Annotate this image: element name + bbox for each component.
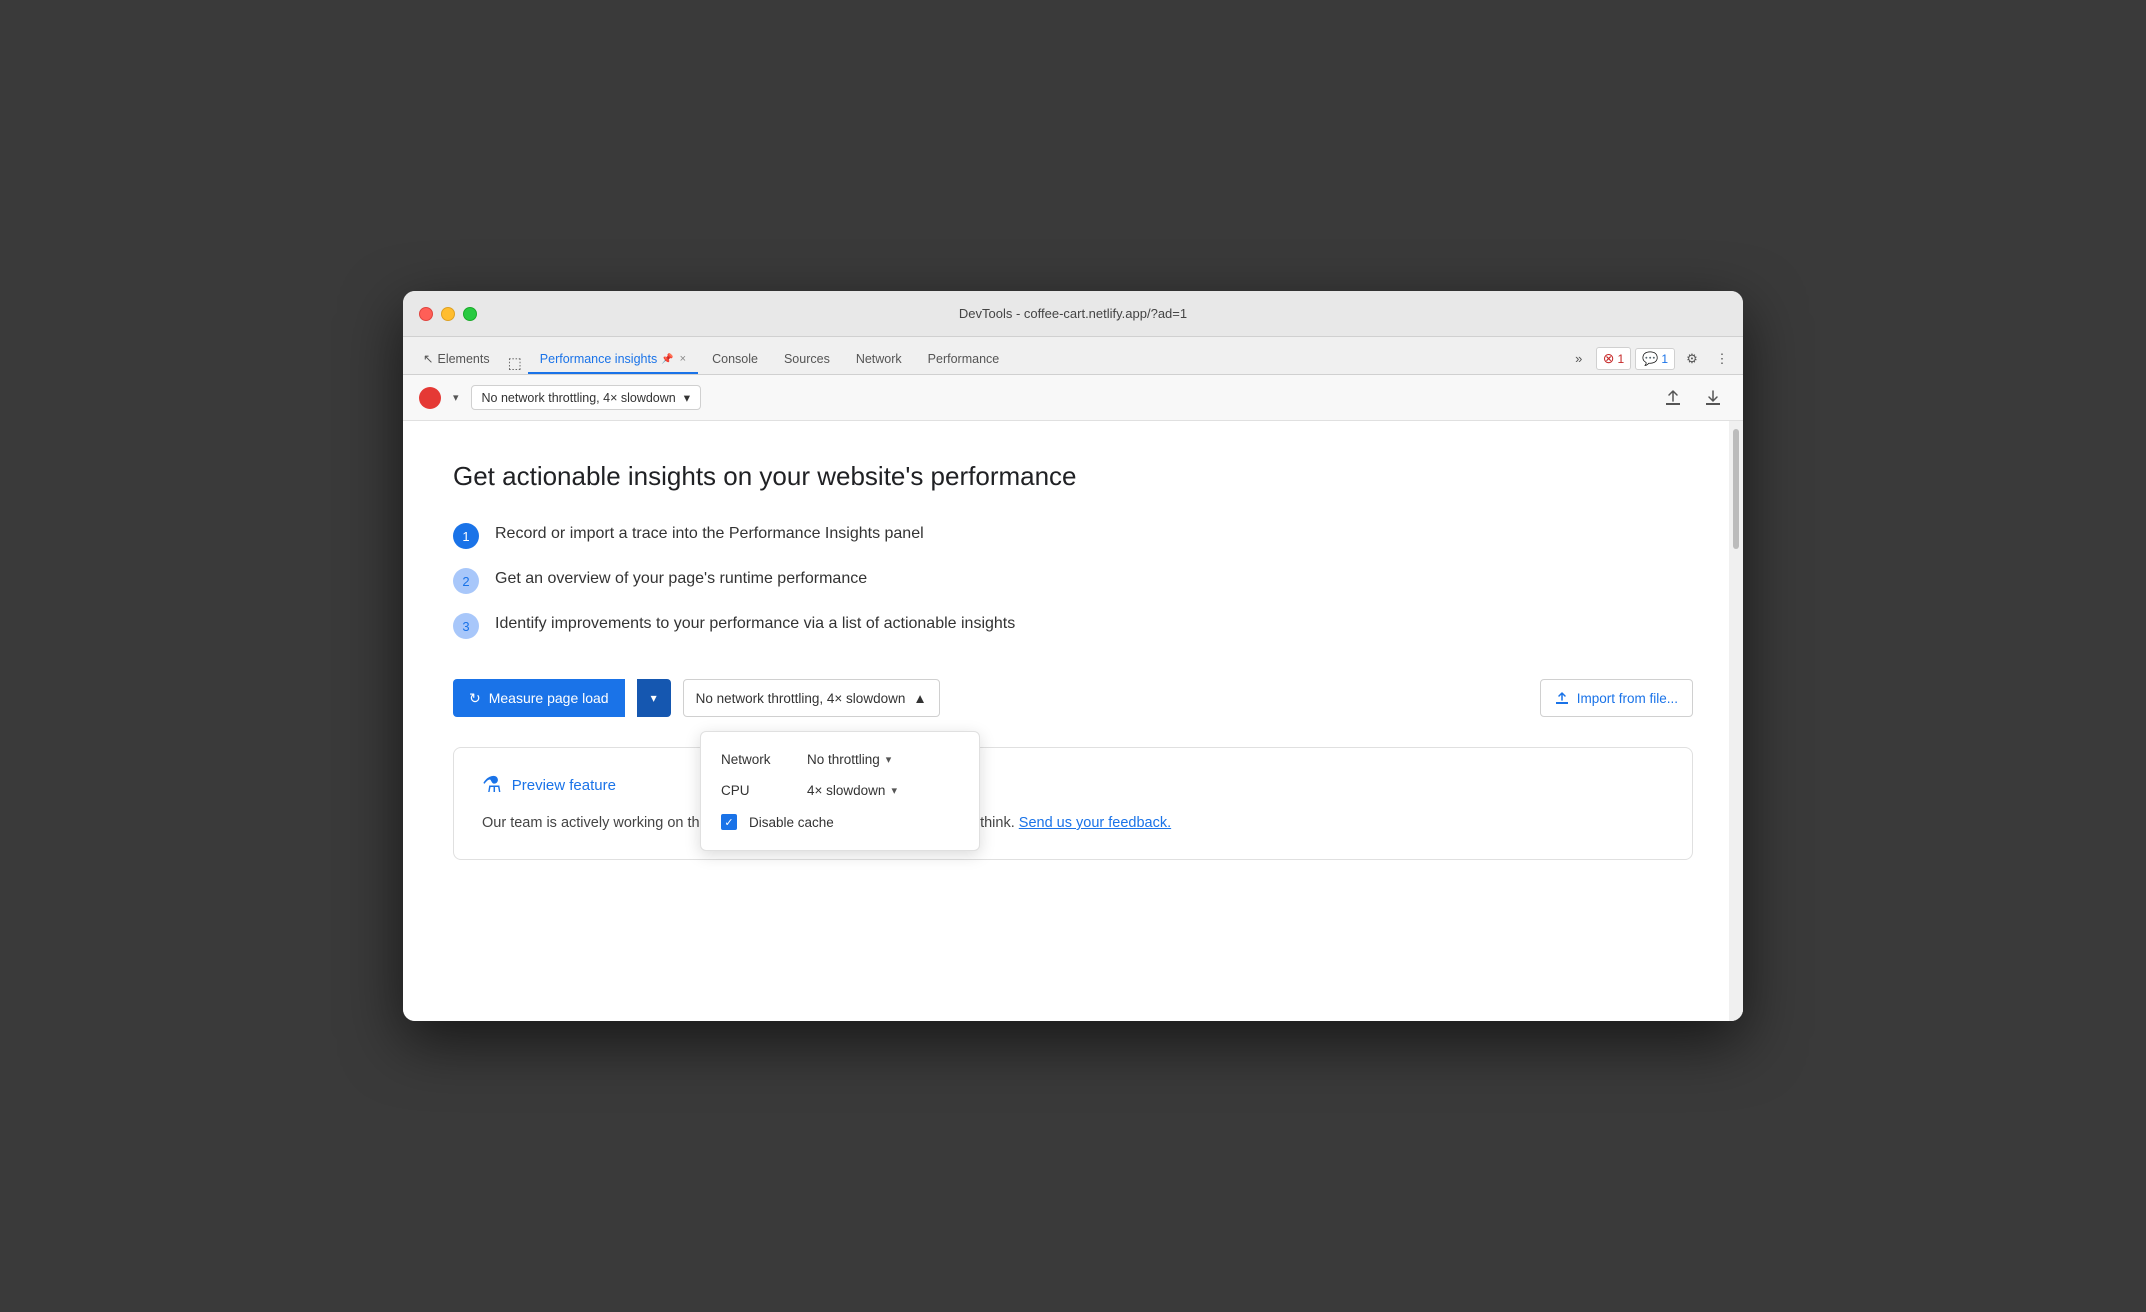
maximize-button[interactable] xyxy=(463,307,477,321)
feedback-link[interactable]: Send us your feedback. xyxy=(1019,815,1171,831)
disable-cache-label: Disable cache xyxy=(749,815,834,830)
throttle-dropdown[interactable]: No network throttling, 4× slowdown ▲ xyxy=(683,679,940,717)
tab-network[interactable]: Network xyxy=(844,346,914,374)
tabbar-right: » ⊗ 1 💬 1 ⚙ ⋮ xyxy=(1566,347,1735,374)
main-content: Get actionable insights on your website'… xyxy=(403,421,1743,1021)
import-btn-label: Import from file... xyxy=(1577,691,1678,706)
scrollbar[interactable] xyxy=(1729,421,1743,1021)
measure-dropdown-arrow-icon: ▾ xyxy=(651,691,657,705)
measure-dropdown-button[interactable]: ▾ xyxy=(637,679,671,717)
throttle-settings-popup: Network No throttling ▾ CPU 4× slowdown … xyxy=(700,731,980,851)
record-button[interactable] xyxy=(419,387,441,409)
tab-close-icon[interactable]: × xyxy=(680,353,686,365)
throttle-dropdown-chevron: ▲ xyxy=(913,691,926,706)
step-text-3: Identify improvements to your performanc… xyxy=(495,612,1015,636)
tab-console[interactable]: Console xyxy=(700,346,770,374)
tab-performance-insights-label: Performance insights xyxy=(540,352,657,366)
cpu-row: CPU 4× slowdown ▾ xyxy=(721,775,959,806)
tab-layers-icon-area: ⬚ xyxy=(504,354,526,374)
more-tabs-button[interactable]: » xyxy=(1566,348,1592,370)
step-number-1: 1 xyxy=(453,523,479,549)
throttle-select-label: No network throttling, 4× slowdown xyxy=(482,391,676,405)
settings-button[interactable]: ⚙ xyxy=(1679,348,1705,370)
throttle-dropdown-label: No network throttling, 4× slowdown xyxy=(696,691,906,706)
minimize-button[interactable] xyxy=(441,307,455,321)
step-number-2: 2 xyxy=(453,568,479,594)
measure-button-label: Measure page load xyxy=(489,690,609,706)
network-chevron-icon: ▾ xyxy=(886,753,892,766)
tabbar: ↖ Elements ⬚ Performance insights 📌 × Co… xyxy=(403,337,1743,375)
cpu-value: 4× slowdown xyxy=(807,783,885,798)
network-select[interactable]: No throttling ▾ xyxy=(807,752,891,767)
step-text-2: Get an overview of your page's runtime p… xyxy=(495,567,867,591)
layers-icon: ⬚ xyxy=(508,354,522,372)
error-badge-button[interactable]: ⊗ 1 xyxy=(1596,347,1631,370)
cpu-select[interactable]: 4× slowdown ▾ xyxy=(807,783,897,798)
steps-list: 1 Record or import a trace into the Perf… xyxy=(453,522,1693,639)
upload-button[interactable] xyxy=(1659,384,1687,412)
throttle-select-toolbar[interactable]: No network throttling, 4× slowdown ▾ xyxy=(471,385,701,410)
tab-network-label: Network xyxy=(856,352,902,366)
cpu-chevron-icon: ▾ xyxy=(891,784,897,797)
step-item-1: 1 Record or import a trace into the Perf… xyxy=(453,522,1693,549)
throttle-select-arrow: ▾ xyxy=(684,390,690,405)
devtools-window: DevTools - coffee-cart.netlify.app/?ad=1… xyxy=(403,291,1743,1021)
action-row: ↻ Measure page load ▾ No network throttl… xyxy=(453,679,1693,717)
refresh-icon: ↻ xyxy=(469,690,481,707)
pin-icon: 📌 xyxy=(661,354,673,365)
titlebar: DevTools - coffee-cart.netlify.app/?ad=1 xyxy=(403,291,1743,337)
tab-elements-label: Elements xyxy=(437,352,489,366)
step-text-1: Record or import a trace into the Perfor… xyxy=(495,522,924,546)
cpu-label: CPU xyxy=(721,783,791,798)
network-value: No throttling xyxy=(807,752,880,767)
download-button[interactable] xyxy=(1699,384,1727,412)
error-icon: ⊗ xyxy=(1603,350,1615,367)
scrollbar-thumb[interactable] xyxy=(1733,429,1739,549)
vertical-dots-icon: ⋮ xyxy=(1716,351,1729,367)
step-item-2: 2 Get an overview of your page's runtime… xyxy=(453,567,1693,594)
close-button[interactable] xyxy=(419,307,433,321)
window-title: DevTools - coffee-cart.netlify.app/?ad=1 xyxy=(959,306,1187,321)
network-row: Network No throttling ▾ xyxy=(721,744,959,775)
toolbar: ▾ No network throttling, 4× slowdown ▾ xyxy=(403,375,1743,421)
tab-sources-label: Sources xyxy=(784,352,830,366)
tab-sources[interactable]: Sources xyxy=(772,346,842,374)
flask-icon: ⚗ xyxy=(482,772,502,798)
import-from-file-button[interactable]: Import from file... xyxy=(1540,679,1693,717)
more-options-button[interactable]: ⋮ xyxy=(1709,348,1735,370)
message-icon: 💬 xyxy=(1642,351,1658,367)
tab-performance[interactable]: Performance xyxy=(916,346,1012,374)
tab-elements[interactable]: ↖ Elements xyxy=(411,345,502,374)
preview-feature-text: Our team is actively working on this fea… xyxy=(482,812,1664,835)
step-item-3: 3 Identify improvements to your performa… xyxy=(453,612,1693,639)
measure-page-load-button[interactable]: ↻ Measure page load xyxy=(453,679,625,717)
gear-icon: ⚙ xyxy=(1686,351,1698,367)
tab-performance-insights[interactable]: Performance insights 📌 × xyxy=(528,346,698,374)
network-label: Network xyxy=(721,752,791,767)
disable-cache-row[interactable]: ✓ Disable cache xyxy=(721,806,959,838)
step-number-3: 3 xyxy=(453,613,479,639)
message-count: 1 xyxy=(1661,352,1668,366)
tab-console-label: Console xyxy=(712,352,758,366)
preview-header: ⚗ Preview feature xyxy=(482,772,1664,798)
preview-feature-card: ⚗ Preview feature Our team is actively w… xyxy=(453,747,1693,860)
tab-performance-label: Performance xyxy=(928,352,1000,366)
error-count: 1 xyxy=(1617,352,1624,366)
checkmark-icon: ✓ xyxy=(724,816,733,829)
cursor-icon: ↖ xyxy=(423,351,433,366)
hero-title: Get actionable insights on your website'… xyxy=(453,461,1693,492)
record-dropdown-chevron[interactable]: ▾ xyxy=(453,391,459,404)
message-badge-button[interactable]: 💬 1 xyxy=(1635,348,1675,370)
preview-feature-title: Preview feature xyxy=(512,777,616,794)
disable-cache-checkbox[interactable]: ✓ xyxy=(721,814,737,830)
traffic-lights xyxy=(419,307,477,321)
